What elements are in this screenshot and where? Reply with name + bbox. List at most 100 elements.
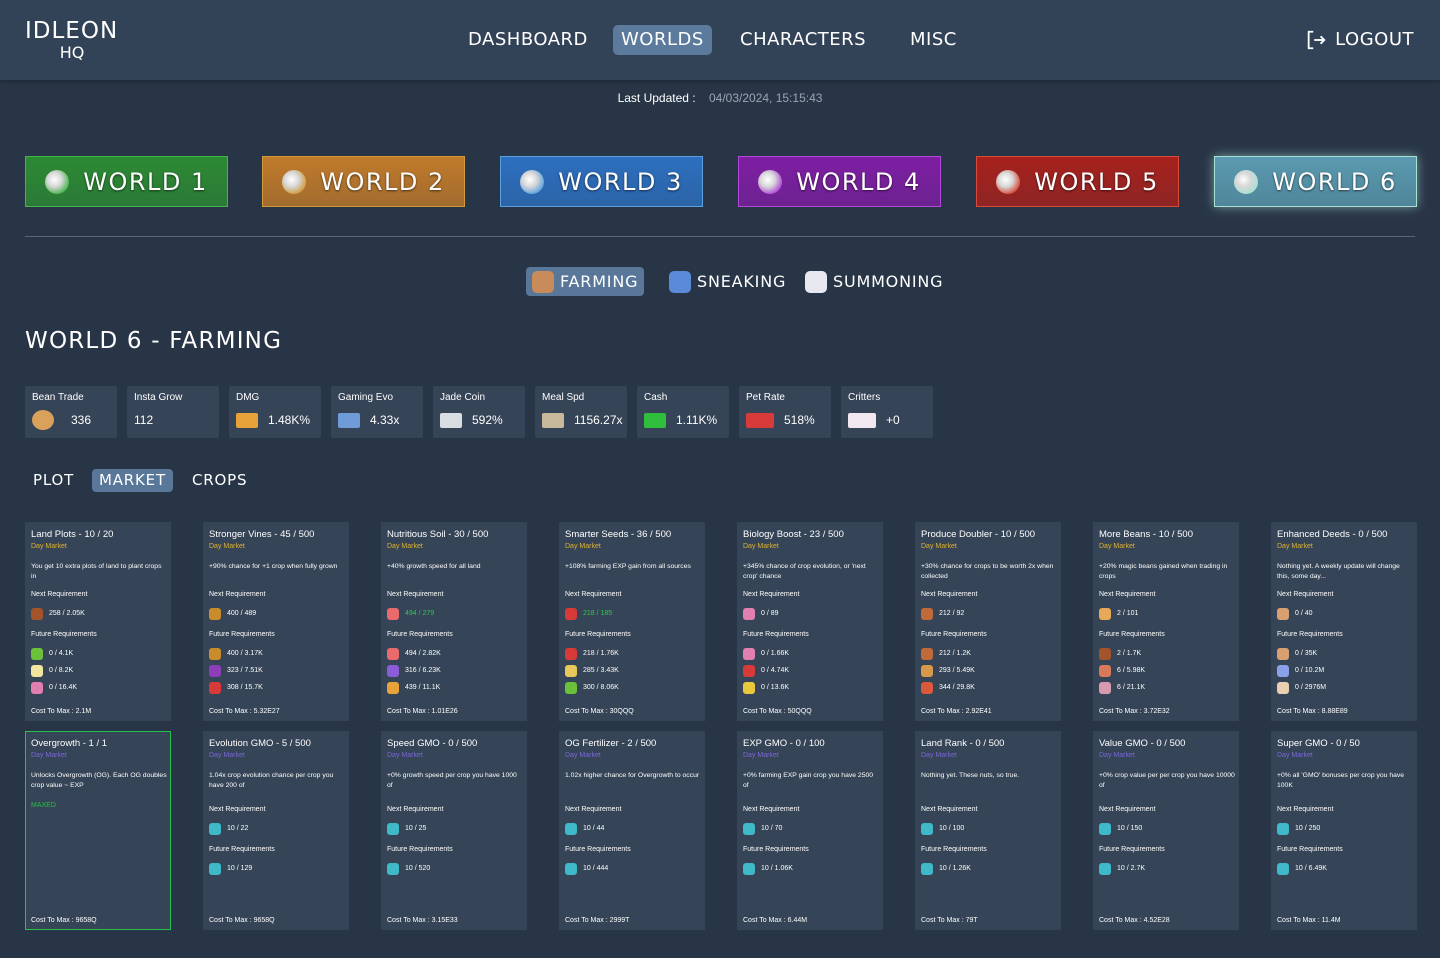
world-1-button[interactable]: WORLD 1 [25,156,228,207]
stat-label: Jade Coin [440,392,486,403]
seed-icon [31,647,43,660]
world-5-button[interactable]: WORLD 5 [976,156,1179,207]
divider [25,236,1415,237]
card-description: +30% chance for crops to be worth 2x whe… [921,563,1054,580]
melon-icon [921,664,933,677]
future-requirement-row: 0 / 13.6K [743,681,789,694]
tab-market[interactable]: MARKET [92,469,173,492]
future-requirements-label: Future Requirements [743,846,809,853]
requirement-value: 0 / 4.74K [761,667,790,674]
top-bar: IDLEON HQ DASHBOARD WORLDS CHARACTERS MI… [0,0,1440,80]
future-requirement-row: 218 / 1.76K [565,647,619,660]
market-card-value-gmo: Value GMO - 0 / 500 Day Market +0% crop va… [1093,731,1239,930]
future-requirements-label: Future Requirements [921,846,987,853]
logo[interactable]: IDLEON HQ [25,18,125,62]
mushroom-icon [1277,664,1289,677]
cost-to-max: Cost To Max : 30QQQ [565,708,634,715]
stat-value: 1.11K% [676,413,718,427]
market-card-land-rank: Land Rank - 0 / 500 Day Market Nothing yet… [915,731,1061,930]
stat-bean-trade: Bean Trade 336 [25,386,117,438]
card-description: +90% chance for +1 crop when fully grown [209,563,338,570]
card-title: Evolution GMO - 5 / 500 [209,738,311,749]
gmo-icon [921,862,933,875]
card-description: +0% farming EXP gain crop you have 2500 … [743,772,874,789]
stat-value: 1156.27x [574,413,623,427]
nav-worlds[interactable]: WORLDS [613,25,712,55]
nav-characters[interactable]: CHARACTERS [732,25,874,55]
card-description: Nothing yet. These nuts, so true. [921,772,1020,779]
card-description: +345% chance of crop evolution, or 'next… [743,563,866,580]
world-6-button[interactable]: WORLD 6 [1214,156,1417,207]
requirement-value: 10 / 129 [227,865,253,872]
market-card-evolution-gmo: Evolution GMO - 5 / 500 Day Market 1.04x c… [203,731,349,930]
world-6-label: WORLD 6 [1272,167,1397,196]
future-requirements-label: Future Requirements [387,846,453,853]
requirement-value: 0 / 4.1K [49,650,74,657]
next-requirement-label: Next Requirement [31,591,88,598]
subtab-sneaking[interactable]: SNEAKING [663,267,792,296]
requirement-value: 494 / 279 [405,610,435,617]
cost-to-max: Cost To Max : 1.01E26 [387,708,458,715]
cost-to-max: Cost To Max : 3.72E32 [1099,708,1170,715]
future-requirements-label: Future Requirements [387,631,453,638]
nav-misc[interactable]: MISC [902,25,965,55]
cost-to-max: Cost To Max : 6.44M [743,917,808,924]
flower-icon [31,664,43,677]
logout-button[interactable]: LOGOUT [1305,25,1414,55]
next-requirement-row: 258 / 2.05K [31,607,85,620]
future-requirement-row: 0 / 35K [1277,647,1317,660]
card-subtitle: Day Market [1277,543,1313,550]
next-requirement-label: Next Requirement [1277,591,1334,598]
card-title: More Beans - 10 / 500 [1099,529,1193,540]
cost-to-max: Cost To Max : 8.88E89 [1277,708,1348,715]
requirement-value: 400 / 3.17K [227,650,263,657]
future-requirement-row: 316 / 6.23K [387,664,441,677]
dmg-bar-icon [236,413,258,428]
stat-label: Pet Rate [746,392,785,403]
requirement-value: 10 / 44 [583,825,605,832]
subtab-summoning[interactable]: SUMMONING [799,267,949,296]
requirement-value: 10 / 70 [761,825,783,832]
flower-icon [743,647,755,660]
card-title: Nutritious Soil - 30 / 500 [387,529,489,540]
world-3-button[interactable]: WORLD 3 [500,156,703,207]
world-4-button[interactable]: WORLD 4 [738,156,941,207]
requirement-value: 439 / 11.1K [405,684,441,691]
future-requirement-row: 10 / 2.7K [1099,862,1145,875]
card-title: OG Fertilizer - 2 / 500 [565,738,657,749]
subtab-farming[interactable]: FARMING [526,267,645,296]
cost-to-max: Cost To Max : 11.4M [1277,917,1341,924]
card-subtitle: Day Market [743,752,779,759]
world-6-icon [1234,169,1259,194]
next-requirement-row: 10 / 70 [743,822,782,835]
future-requirement-row: 10 / 129 [209,862,252,875]
world-2-button[interactable]: WORLD 2 [262,156,465,207]
tab-crops[interactable]: CROPS [185,469,254,492]
next-requirement-label: Next Requirement [1277,806,1334,813]
requirement-value: 0 / 13.6K [761,684,790,691]
gmo-icon [743,862,755,875]
tab-plot[interactable]: PLOT [26,469,81,492]
gmo-icon [209,822,221,835]
requirement-value: 344 / 29.8K [939,684,975,691]
cost-to-max: Cost To Max : 4.52E28 [1099,917,1170,924]
card-subtitle: Day Market [1099,543,1135,550]
subtab-label: SNEAKING [697,272,787,291]
card-title: Smarter Seeds - 36 / 500 [565,529,672,540]
card-subtitle: Day Market [921,752,957,759]
summoning-icon [805,270,827,293]
requirement-value: 400 / 489 [227,610,257,617]
nav-dashboard[interactable]: DASHBOARD [460,25,596,55]
requirement-value: 212 / 1.2K [939,650,971,657]
future-requirements-label: Future Requirements [209,846,275,853]
next-requirement-label: Next Requirement [565,591,622,598]
card-subtitle: Day Market [1277,752,1313,759]
future-requirement-row: 285 / 3.43K [565,664,619,677]
future-requirement-row: 6 / 5.98K [1099,664,1145,677]
gaming-evo-icon [338,413,360,428]
world-2-icon [282,169,307,194]
berry-icon [209,681,221,694]
requirement-value: 218 / 185 [583,610,613,617]
cost-to-max: Cost To Max : 50QQQ [743,708,812,715]
future-requirement-row: 0 / 16.4K [31,681,77,694]
